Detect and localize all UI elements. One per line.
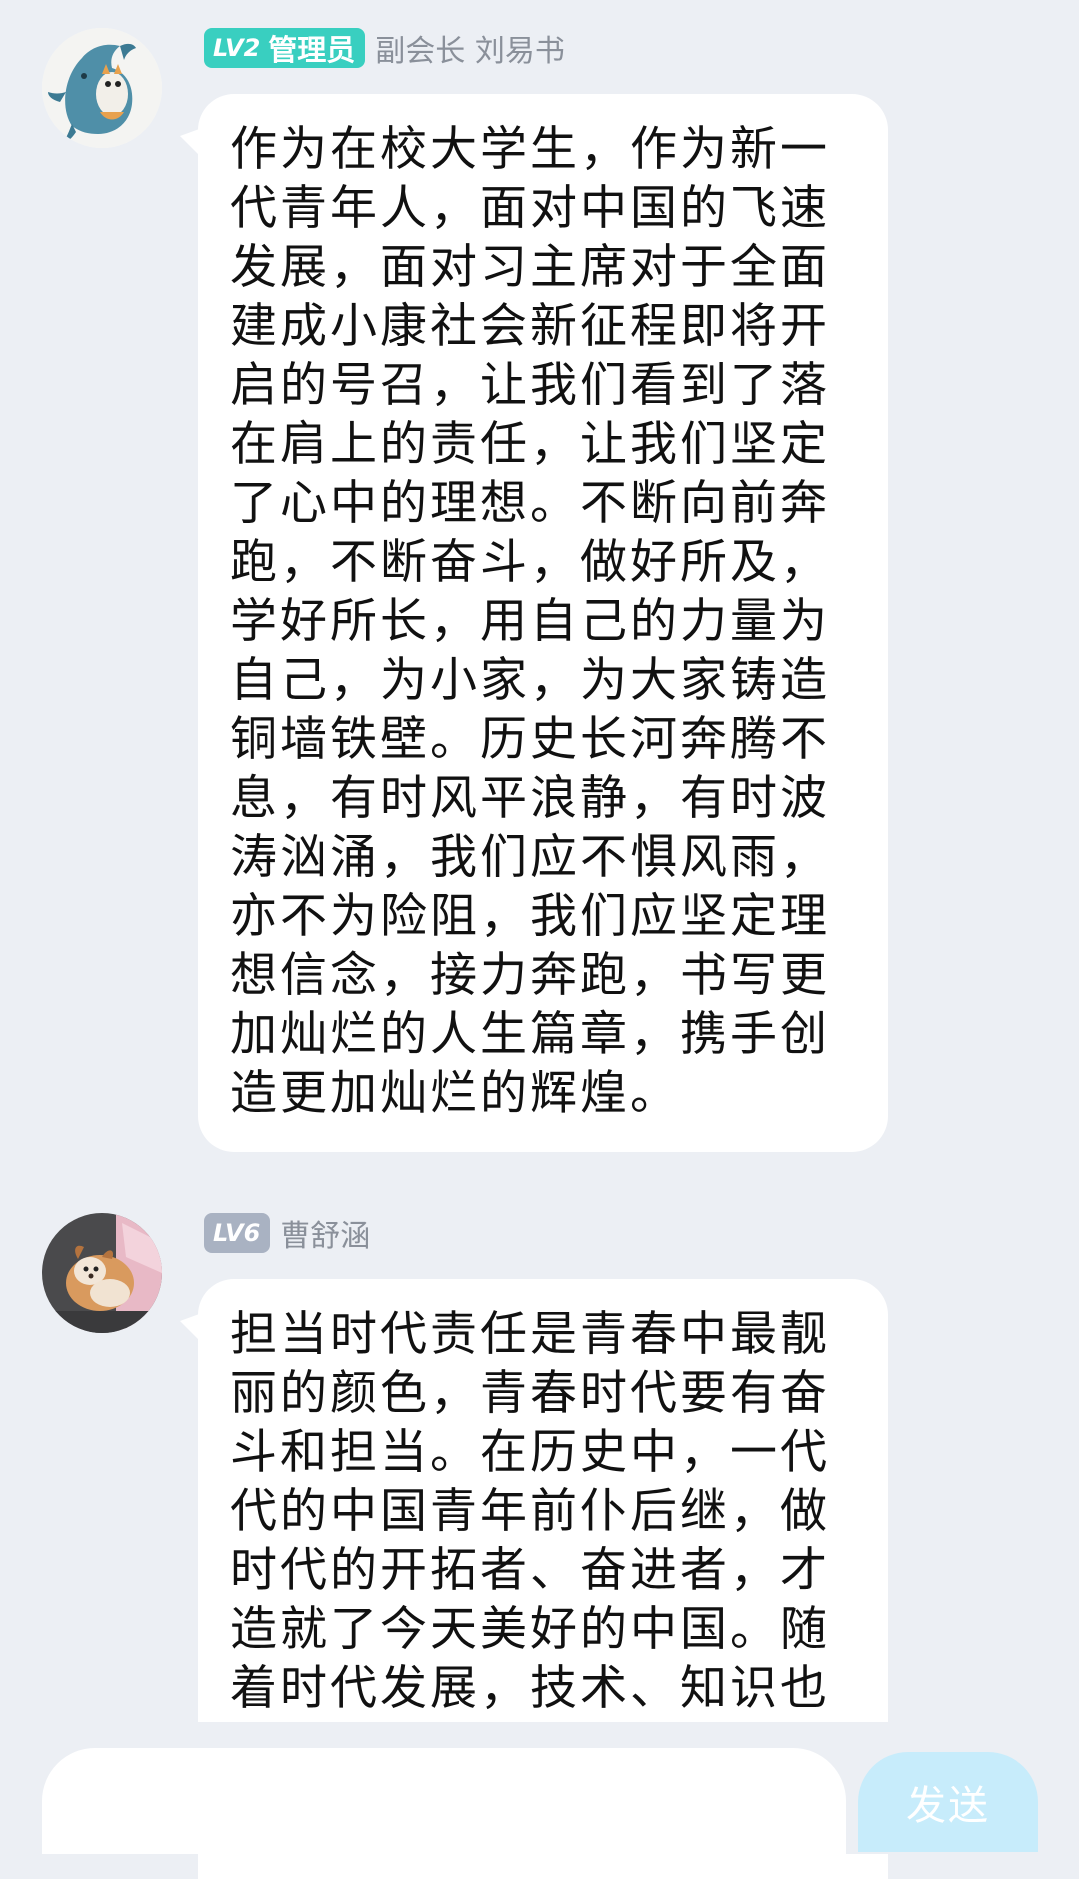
sender-meta: LV6 曹舒涵 (204, 1212, 370, 1254)
sender-name[interactable]: 曹舒涵 (280, 1211, 370, 1255)
puppy-icon (42, 1213, 162, 1333)
role-label: 管理员 (268, 33, 356, 67)
composer-bar: 发送 (0, 1722, 1079, 1854)
level-badge: LV6 (204, 1213, 271, 1253)
sender-meta: LV2 管理员 副会长 刘易书 (204, 27, 565, 69)
avatar[interactable] (42, 1213, 162, 1333)
shark-cat-icon (42, 28, 162, 148)
message-text: 作为在校大学生，作为新一代青年人，面对中国的飞速发展，面对习主席对于全面建成小康… (230, 122, 830, 1121)
level-label: LV6 (213, 1219, 261, 1247)
sender-name[interactable]: 副会长 刘易书 (375, 26, 565, 70)
level-label: LV2 (213, 34, 261, 62)
level-badge: LV2 管理员 (204, 28, 366, 68)
message-bubble[interactable]: 作为在校大学生，作为新一代青年人，面对中国的飞速发展，面对习主席对于全面建成小康… (198, 94, 888, 1152)
message-input[interactable] (42, 1748, 846, 1854)
avatar[interactable] (42, 28, 162, 148)
send-button[interactable]: 发送 (858, 1752, 1038, 1852)
